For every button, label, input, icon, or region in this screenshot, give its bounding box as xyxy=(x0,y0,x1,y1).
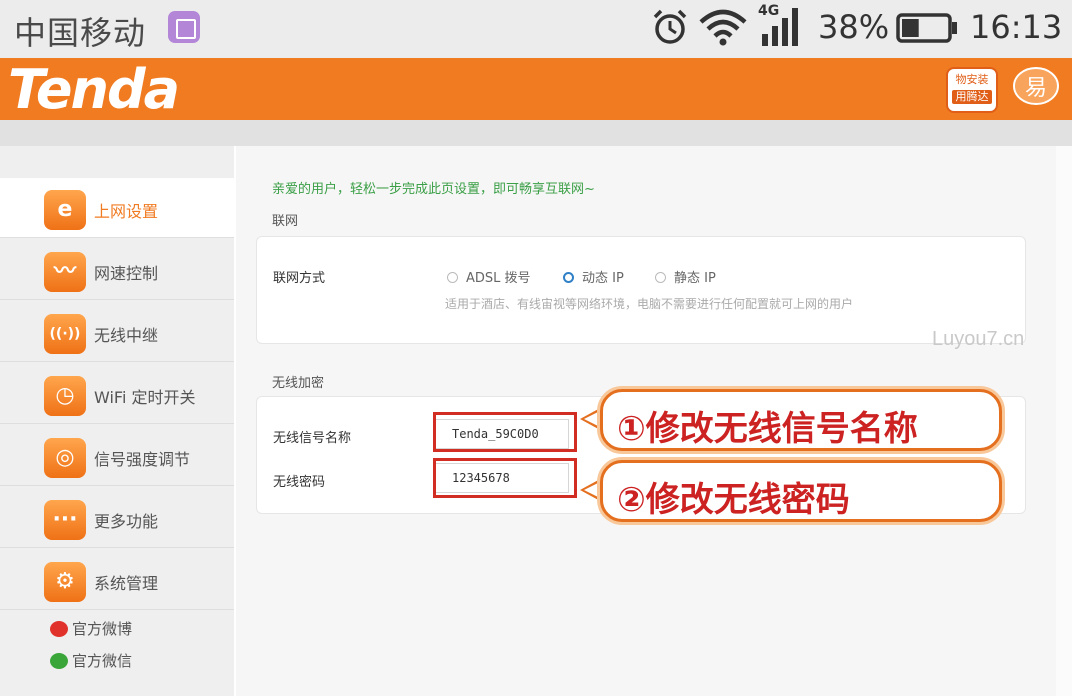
wechat-link[interactable]: 官方微信 xyxy=(50,650,132,671)
sidebar-item-label: 系统管理 xyxy=(94,574,159,593)
sidebar: e 上网设置 〰 网速控制 ((·)) 无线中继 ◷ WiFi 定时开关 ◎ 信… xyxy=(0,146,234,696)
sidebar-glyph: ··· xyxy=(52,507,78,532)
network-type-label: 4G xyxy=(758,3,779,19)
password-highlight-box xyxy=(433,458,577,498)
wifi-icon xyxy=(699,9,747,46)
more-icon: ··· xyxy=(44,500,86,540)
sidebar-item-label: 更多功能 xyxy=(94,512,159,531)
gear-icon: ⚙ xyxy=(44,562,86,602)
radio-dynamic-ip[interactable]: 动态 IP xyxy=(563,267,624,286)
cellular-signal-icon: 4G xyxy=(758,3,798,46)
sidebar-item-more-features[interactable]: ··· 更多功能 xyxy=(0,488,234,548)
callout-step2: ②修改无线密码 xyxy=(600,460,1002,522)
wireless-section-title: 无线加密 xyxy=(272,376,325,391)
sidebar-glyph: e xyxy=(57,197,73,222)
connection-hint: 适用于酒店、有线宙视等网络环境，电脑不需要进行任何配置就可上网的用户 xyxy=(445,297,854,311)
internet-section-title: 联网 xyxy=(272,214,299,229)
sidebar-item-speed-control[interactable]: 〰 网速控制 xyxy=(0,240,234,300)
sidebar-item-system-management[interactable]: ⚙ 系统管理 xyxy=(0,550,234,610)
calendar-app-icon xyxy=(168,11,200,43)
sidebar-glyph: ◷ xyxy=(55,383,75,408)
speed-wave-icon: 〰 xyxy=(44,252,86,292)
radio-circle xyxy=(447,272,458,283)
wifi-timer-icon: ◷ xyxy=(44,376,86,416)
tenda-logo: Tenda xyxy=(8,58,180,121)
clock: 16:13 xyxy=(970,8,1063,46)
app-header: Tenda 物安装 用腾达 易 xyxy=(0,58,1072,121)
install-badge: 物安装 用腾达 xyxy=(946,67,998,113)
sidebar-item-internet-settings[interactable]: e 上网设置 xyxy=(0,178,234,238)
wechat-label: 官方微信 xyxy=(72,652,133,670)
weibo-label: 官方微博 xyxy=(72,620,133,638)
sidebar-glyph: ◎ xyxy=(55,445,75,470)
radio-dynamic-ip-label: 动态 IP xyxy=(582,271,624,286)
sidebar-item-wifi-timer[interactable]: ◷ WiFi 定时开关 xyxy=(0,364,234,424)
watermark: Luyou7.cn xyxy=(932,328,1025,350)
radio-circle-selected xyxy=(563,272,574,283)
brand-seal-icon: 易 xyxy=(1013,67,1059,105)
sidebar-glyph: 〰 xyxy=(53,259,76,284)
sidebar-item-label: 上网设置 xyxy=(94,202,159,221)
ssid-label: 无线信号名称 xyxy=(273,431,352,446)
sidebar-item-wireless-repeater[interactable]: ((·)) 无线中继 xyxy=(0,302,234,362)
callout-pointer xyxy=(580,478,602,502)
status-bar: 中国移动 4G 38% 16:13 xyxy=(0,0,1072,58)
radio-adsl[interactable]: ADSL 拨号 xyxy=(447,267,531,286)
alarm-clock-icon xyxy=(653,9,687,44)
battery-icon xyxy=(896,13,957,43)
ie-icon: e xyxy=(44,190,86,230)
radio-circle xyxy=(655,272,666,283)
wechat-icon xyxy=(50,653,68,669)
radio-static-ip-label: 静态 IP xyxy=(674,271,716,286)
battery-percent: 38% xyxy=(818,8,890,46)
sidebar-item-signal-strength[interactable]: ◎ 信号强度调节 xyxy=(0,426,234,486)
callout-step1-text: ①修改无线信号名称 xyxy=(617,409,918,449)
ssid-highlight-box xyxy=(433,412,577,452)
weibo-link[interactable]: 官方微博 xyxy=(50,618,132,639)
sidebar-item-label: WiFi 定时开关 xyxy=(94,388,196,407)
sidebar-item-label: 信号强度调节 xyxy=(94,450,191,469)
connection-mode-label: 联网方式 xyxy=(273,271,326,286)
signal-strength-icon: ◎ xyxy=(44,438,86,478)
radio-static-ip[interactable]: 静态 IP xyxy=(655,267,716,286)
sidebar-item-label: 无线中继 xyxy=(94,326,159,345)
battery-level-fill xyxy=(902,19,919,37)
internet-card: 联网方式 ADSL 拨号 动态 IP 静态 IP 适用于酒店、有线宙视等网络环境… xyxy=(256,236,1026,344)
sidebar-item-label: 网速控制 xyxy=(94,264,159,283)
sidebar-glyph: ((·)) xyxy=(49,326,81,342)
carrier-name: 中国移动 xyxy=(14,14,147,52)
greeting-text: 亲爱的用户，轻松一步完成此页设置，即可畅享互联网~ xyxy=(272,182,595,197)
radio-adsl-label: ADSL 拨号 xyxy=(466,271,531,286)
callout-step1: ①修改无线信号名称 xyxy=(600,389,1002,451)
callout-step2-text: ②修改无线密码 xyxy=(617,480,850,520)
weibo-icon xyxy=(50,621,68,637)
repeater-icon: ((·)) xyxy=(44,314,86,354)
sidebar-glyph: ⚙ xyxy=(55,569,75,594)
header-divider-band xyxy=(0,120,1072,146)
badge-line-2: 用腾达 xyxy=(952,90,992,104)
callout-pointer xyxy=(580,407,602,431)
password-label: 无线密码 xyxy=(273,475,326,490)
right-margin xyxy=(1056,146,1072,696)
badge-line-1: 物安装 xyxy=(955,73,989,86)
seal-glyph: 易 xyxy=(1025,76,1047,101)
